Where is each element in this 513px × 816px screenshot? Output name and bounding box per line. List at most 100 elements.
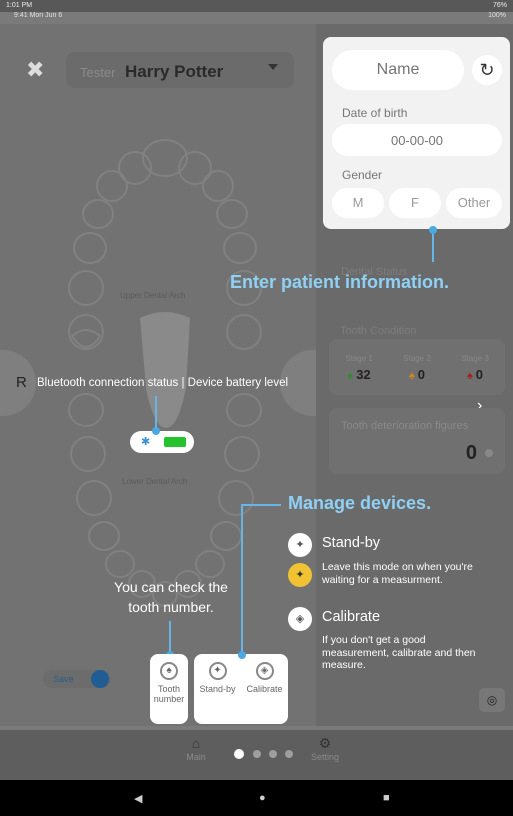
standby-title: Stand-by <box>322 535 381 551</box>
nav-main[interactable]: ⌂ Main <box>171 734 221 762</box>
selected-tooth <box>140 312 190 428</box>
nav-setting-label: Setting <box>310 752 340 762</box>
tooth-icon: ♠ <box>160 662 178 680</box>
calibrate-label: Calibrate <box>246 684 283 694</box>
stage-2-value: 0 <box>417 367 426 382</box>
right-side-label: R <box>16 374 27 391</box>
stage-3-label: Stage 3 <box>461 354 489 363</box>
lower-tooth <box>218 480 254 516</box>
stage-1-value: 32 <box>356 367 371 382</box>
gender-female-button[interactable]: F <box>389 188 441 218</box>
lower-arch-label: Lower Dental Arch <box>122 477 188 486</box>
tooth-number-button[interactable]: ♠ Tooth number <box>150 654 188 724</box>
standby-button[interactable]: ✦ Stand-by <box>194 654 241 724</box>
save-toggle[interactable]: Save <box>43 670 111 688</box>
upper-tooth <box>73 232 107 264</box>
device-time: 9:41 <box>14 12 28 19</box>
lower-tooth <box>224 436 260 472</box>
tooth-number-label: Tooth number <box>153 684 185 704</box>
lower-tooth <box>68 393 104 427</box>
system-battery: 76% <box>492 2 507 9</box>
upper-tooth <box>82 199 114 229</box>
standby-active-icon: ✦ <box>288 563 312 587</box>
lower-tooth <box>88 521 120 551</box>
callout-line <box>432 230 434 262</box>
upper-arch-label: Upper Dental Arch <box>120 291 186 300</box>
page-dot-active[interactable] <box>234 749 244 759</box>
lower-tooth <box>210 521 242 551</box>
upper-tooth <box>68 270 104 306</box>
calibrate-icon: ◈ <box>255 662 274 680</box>
nav-setting[interactable]: ⚙ Setting <box>300 734 350 762</box>
device-date: Mon Jun 6 <box>29 12 63 19</box>
device-status-bar: 9:41 Mon Jun 6 100% <box>14 12 506 24</box>
scan-icon[interactable]: ◎ <box>479 688 505 712</box>
manage-devices-callout: Manage devices. <box>288 493 432 513</box>
deterioration-value: 0 <box>465 442 477 464</box>
tester-name: Harry Potter <box>125 62 224 81</box>
nav-main-label: Main <box>186 752 206 762</box>
bt-status-caption: Bluetooth connection status | Device bat… <box>37 377 289 389</box>
refresh-icon[interactable]: ↻ <box>472 55 502 85</box>
enter-patient-info-callout: Enter patient information. <box>230 272 450 292</box>
calibrate-description: If you don't get a good measurement, cal… <box>322 634 476 671</box>
upper-tooth <box>202 170 234 202</box>
home-circle-icon[interactable]: ● <box>259 792 266 804</box>
upper-tooth <box>223 232 257 264</box>
stage-2-label: Stage 2 <box>403 354 431 363</box>
back-triangle-icon[interactable]: ◀ <box>134 792 142 805</box>
chevron-down-icon <box>268 64 278 70</box>
page-dot[interactable] <box>285 750 293 758</box>
device-status-pill[interactable]: ✱ <box>130 431 194 453</box>
upper-tooth <box>68 314 104 350</box>
standby-description: Leave this mode on when you're waiting f… <box>322 561 473 586</box>
gender-label: Gender <box>342 168 383 182</box>
battery-icon <box>164 437 186 447</box>
tooth-icon: ♠ <box>408 370 415 382</box>
stage-1-label: Stage 1 <box>345 354 373 363</box>
device-tools-group: ✦ Stand-by ◈ Calibrate <box>194 654 288 724</box>
callout-line <box>241 504 281 506</box>
stage-3-value: 0 <box>475 367 484 382</box>
calibrate-button[interactable]: ◈ Calibrate <box>241 654 288 724</box>
deterioration-box: Tooth deterioration figures 0 <box>329 408 505 474</box>
bluetooth-icon: ✱ <box>141 436 151 448</box>
stage-1: Stage 1 ♠ 32 <box>333 354 385 382</box>
callout-dot <box>152 427 160 435</box>
tester-dropdown[interactable]: Tester Harry Potter <box>66 52 294 88</box>
callout-dot <box>429 226 437 234</box>
page-dot[interactable] <box>253 750 261 758</box>
system-status-bar: 1:01 PM 76% <box>0 0 513 12</box>
tooth-condition-label: Tooth Condition <box>340 325 417 337</box>
gender-male-button[interactable]: M <box>332 188 384 218</box>
stage-summary: Stage 1 ♠ 32 Stage 2 ♠ 0 Stage 3 ♠ 0 <box>329 339 505 395</box>
system-time: 1:01 PM <box>6 2 33 9</box>
standby-icon: ✦ <box>288 533 312 557</box>
info-dot <box>485 449 493 457</box>
tooth-icon: ♠ <box>347 370 354 382</box>
standby-icon: ✦ <box>208 662 227 680</box>
lower-tooth <box>76 480 112 516</box>
device-battery: 100% <box>488 12 506 19</box>
gender-other-button[interactable]: Other <box>446 188 502 218</box>
check-tooth-caption: You can check the tooth number. <box>114 579 228 615</box>
lower-tooth <box>226 393 262 427</box>
callout-line <box>241 504 243 654</box>
recents-square-icon[interactable]: ■ <box>383 792 390 804</box>
calibrate-title: Calibrate <box>322 609 381 625</box>
android-nav-bar: ◀ ● ■ <box>0 780 513 816</box>
upper-tooth <box>96 170 128 202</box>
deterioration-label: Tooth deterioration figures <box>341 420 469 432</box>
name-input[interactable] <box>332 50 464 90</box>
upper-tooth <box>70 329 102 348</box>
dob-input[interactable] <box>332 124 502 156</box>
tooth-icon: ♠ <box>466 370 473 382</box>
calibrate-icon: ◈ <box>288 607 312 631</box>
back-icon[interactable]: ✖ <box>26 58 50 82</box>
callout-line <box>169 621 171 655</box>
stage-3: Stage 3 ♠ 0 <box>449 354 501 382</box>
callout-dot <box>238 651 246 659</box>
lower-tooth <box>70 436 106 472</box>
lower-tooth <box>195 550 225 578</box>
page-dot[interactable] <box>269 750 277 758</box>
